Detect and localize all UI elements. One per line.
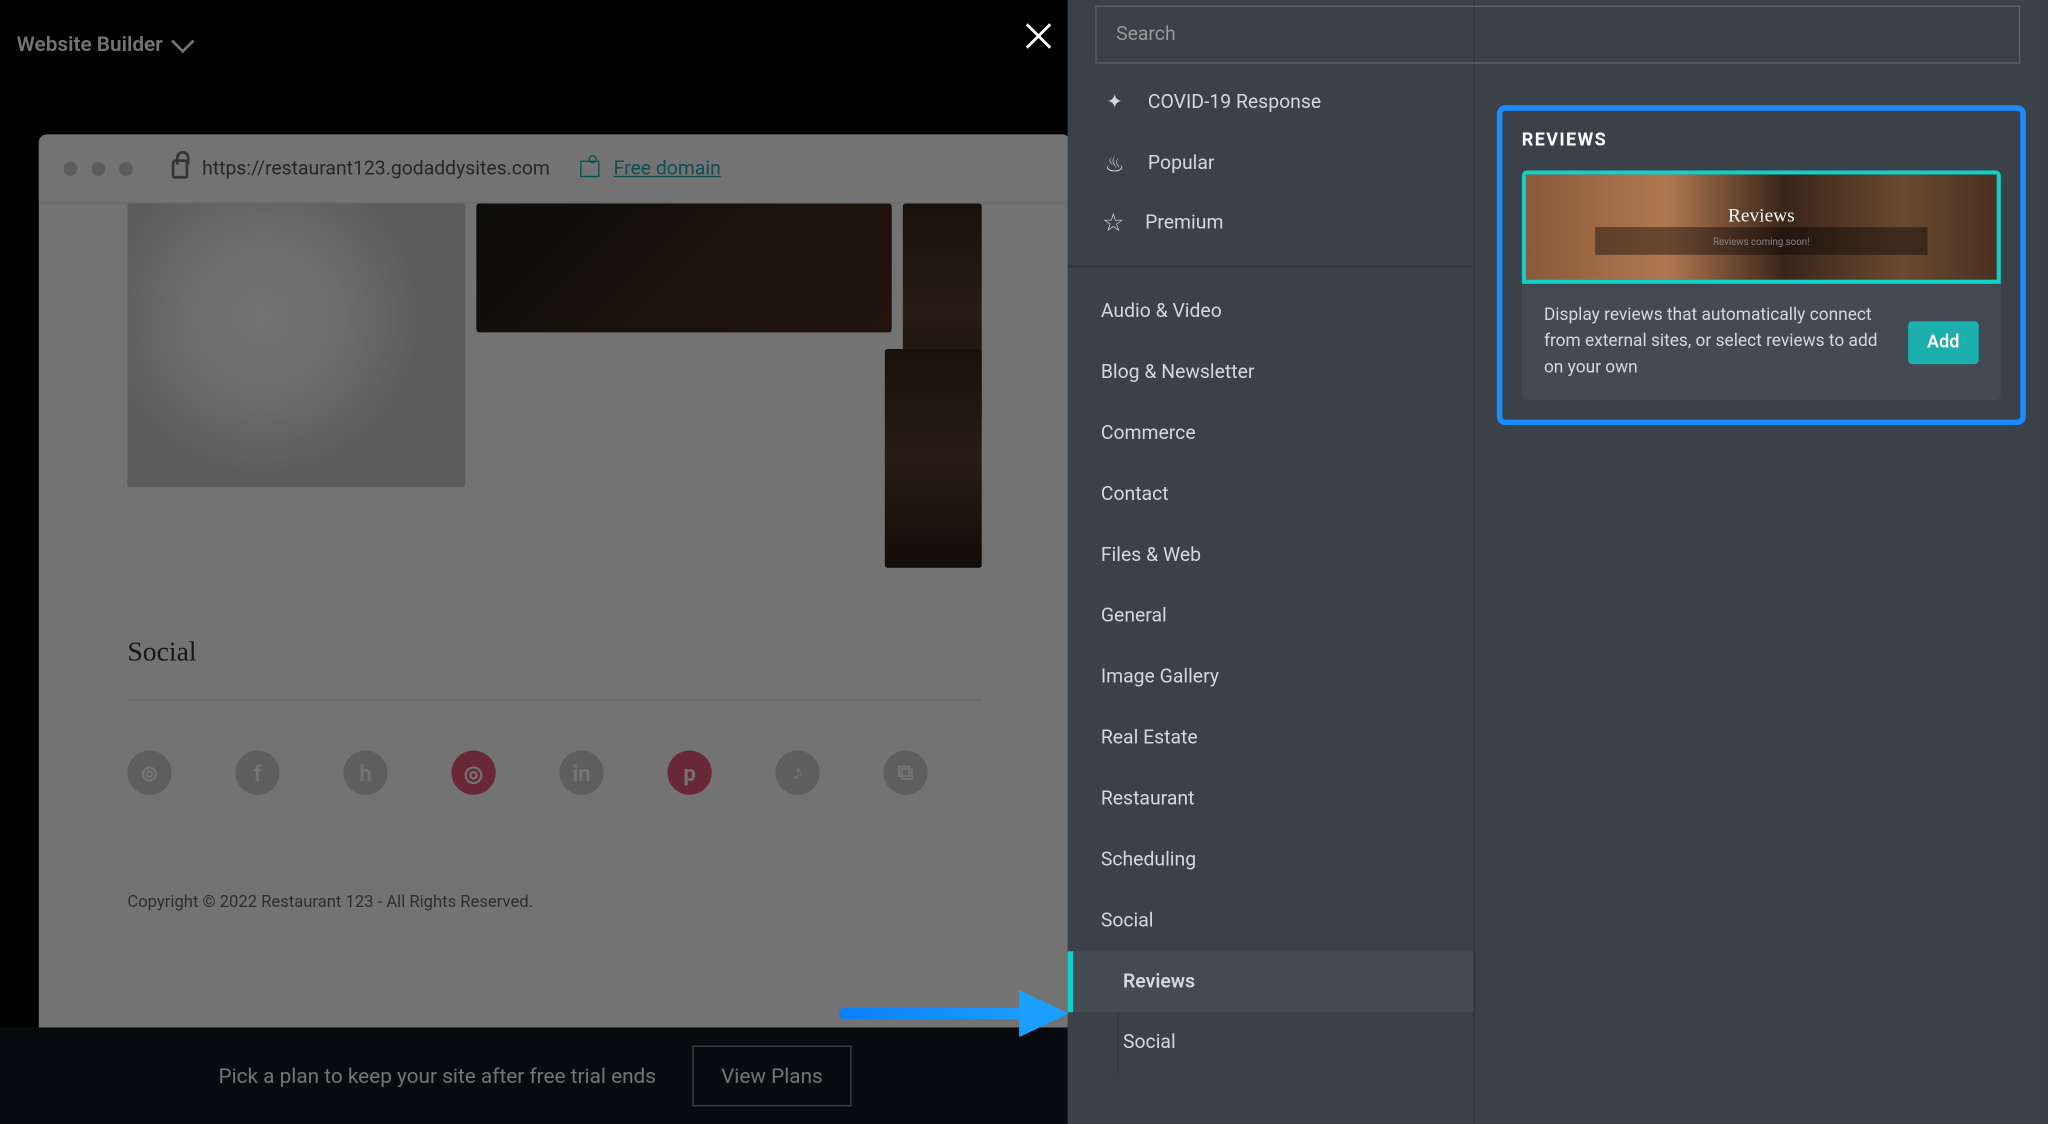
card-thumbnail[interactable]: Reviews Reviews coming soon! [1522,170,2001,284]
card-description: Display reviews that automatically conne… [1544,303,1888,381]
search-input[interactable] [1095,6,2020,64]
category-item[interactable]: Scheduling [1068,829,1474,890]
section-title: REVIEWS [1522,130,2001,151]
thumb-title: Reviews [1728,206,1795,228]
covid-icon [1101,89,1129,117]
annotation-arrow [839,990,1074,1032]
star-icon [1101,210,1126,235]
category-item[interactable]: Restaurant [1068,769,1474,830]
category-item[interactable]: Audio & Video [1068,281,1474,342]
category-item[interactable]: General [1068,586,1474,647]
category-label: Premium [1145,212,1223,234]
category-item[interactable]: Files & Web [1068,525,1474,586]
subcategory-social[interactable]: Social [1068,1012,1474,1073]
category-premium[interactable]: Premium [1068,194,1474,252]
category-item[interactable]: Commerce [1068,403,1474,464]
category-item[interactable]: Image Gallery [1068,647,1474,708]
divider [1068,266,1474,267]
subcategory-label: Reviews [1123,971,1195,993]
detail-column: REVIEWS Reviews Reviews coming soon! Dis… [1475,0,2048,1124]
category-list[interactable]: COVID-19 Response Popular Premium Audio … [1068,0,1475,1124]
category-item[interactable]: Blog & Newsletter [1068,342,1474,403]
category-item[interactable]: Contact [1068,464,1474,525]
category-popular[interactable]: Popular [1068,133,1474,194]
add-button[interactable]: Add [1908,321,1979,364]
category-social[interactable]: Social [1068,890,1474,951]
add-section-panel: COVID-19 Response Popular Premium Audio … [1068,0,2048,1124]
category-label: Popular [1148,152,1215,174]
reviews-card: Reviews Reviews coming soon! Display rev… [1522,170,2001,400]
category-item[interactable]: Real Estate [1068,708,1474,769]
category-covid[interactable]: COVID-19 Response [1068,72,1474,133]
fire-icon [1101,150,1129,178]
category-label: COVID-19 Response [1148,91,1321,113]
subcategory-reviews[interactable]: Reviews [1068,951,1474,1012]
subcategory-label: Social [1123,1032,1176,1054]
close-icon[interactable] [1019,17,1058,56]
highlight-box: REVIEWS Reviews Reviews coming soon! Dis… [1497,105,2026,425]
